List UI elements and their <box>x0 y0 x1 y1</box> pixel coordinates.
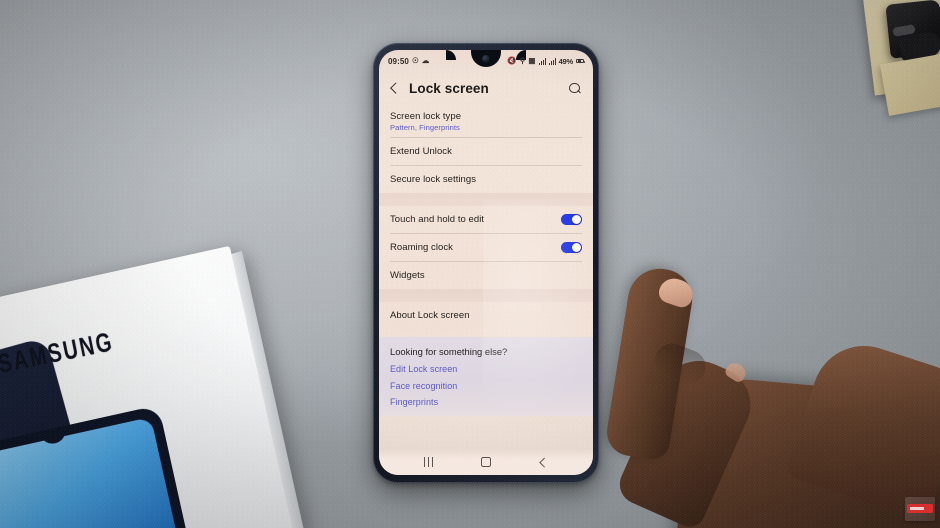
link-face-recognition[interactable]: Face recognition <box>390 381 582 391</box>
phone-screen[interactable]: 09:50 ☉ ☁ 🔇 ⚲ ▦ 49% Lock screen Screen l… <box>379 50 593 475</box>
app-bar: Lock screen <box>379 70 593 106</box>
navigation-bar <box>379 449 593 475</box>
battery-percent: 49% <box>558 56 574 66</box>
settings-group-security: Screen lock type Pattern, Fingerprints E… <box>379 106 593 193</box>
looking-for-something-else-section: Looking for something else? Edit Lock sc… <box>379 337 593 416</box>
toggle-knob <box>571 242 581 252</box>
whatsapp-icon: ☉ <box>411 56 419 66</box>
box-artwork-phone <box>0 336 118 528</box>
thumb-nail <box>723 359 749 385</box>
row-secure-lock-settings[interactable]: Secure lock settings <box>379 166 593 193</box>
settings-group-lockscreen-options: Touch and hold to edit Roaming clock Wid… <box>379 206 593 289</box>
row-title: About Lock screen <box>390 310 470 321</box>
pointing-hand <box>598 264 940 528</box>
black-object-tail <box>898 30 940 62</box>
palm <box>674 374 940 528</box>
looking-for-title: Looking for something else? <box>390 346 508 357</box>
desk-scene: SAMSUNG 09:50 ☉ ☁ 🔇 ⚲ ▦ 49% Lock screen … <box>0 0 940 528</box>
box-front-face: SAMSUNG <box>0 245 295 528</box>
wood-block <box>861 0 940 96</box>
wood-block-lower <box>880 52 940 116</box>
recents-icon[interactable] <box>424 457 435 467</box>
section-separator <box>379 193 593 206</box>
black-object-highlight <box>892 24 916 37</box>
status-bar: 09:50 ☉ ☁ 🔇 ⚲ ▦ 49% <box>379 50 593 70</box>
status-bar-left: 09:50 ☉ ☁ <box>388 57 429 66</box>
row-widgets[interactable]: Widgets <box>379 262 593 289</box>
thumb <box>784 332 940 522</box>
row-title: Widgets <box>390 270 425 281</box>
row-title: Screen lock type <box>390 110 462 122</box>
knuckle-shadow <box>649 338 711 389</box>
settings-group-about: About Lock screen <box>379 302 593 329</box>
back-chevron-icon[interactable] <box>387 81 402 96</box>
row-about-lock-screen[interactable]: About Lock screen <box>379 302 593 329</box>
cloud-upload-icon: ☁ <box>421 56 430 66</box>
samsung-box: SAMSUNG <box>0 245 305 528</box>
index-finger <box>603 264 711 462</box>
signal-bars-icon <box>548 57 556 65</box>
row-title: Extend Unlock <box>390 146 452 157</box>
network-icon: ▦ <box>528 56 536 66</box>
black-object <box>885 0 940 59</box>
signal-bars-icon <box>538 57 546 65</box>
settings-list: Screen lock type Pattern, Fingerprints E… <box>379 106 593 416</box>
watermark-logo <box>905 497 935 521</box>
toggle-touch-and-hold-to-edit[interactable] <box>561 213 582 226</box>
box-artwork-notch <box>39 427 68 447</box>
fingernail <box>656 274 697 311</box>
row-roaming-clock[interactable]: Roaming clock <box>379 234 593 261</box>
row-screen-lock-type[interactable]: Screen lock type Pattern, Fingerprints <box>379 106 593 137</box>
row-touch-and-hold-to-edit[interactable]: Touch and hold to edit <box>379 206 593 233</box>
page-title: Lock screen <box>409 80 489 96</box>
box-artwork-screen <box>0 417 190 528</box>
row-title: Touch and hold to edit <box>390 214 485 225</box>
link-fingerprints[interactable]: Fingerprints <box>390 397 582 407</box>
row-title: Secure lock settings <box>390 174 477 185</box>
box-artwork-screen-bezel <box>0 405 202 528</box>
link-edit-lock-screen[interactable]: Edit Lock screen <box>390 364 582 374</box>
mute-icon: 🔇 <box>507 56 517 66</box>
status-clock: 09:50 <box>388 56 409 66</box>
search-icon[interactable] <box>567 81 582 96</box>
toggle-knob <box>571 214 581 224</box>
wifi-icon: ⚲ <box>519 56 526 66</box>
row-title: Roaming clock <box>390 242 453 253</box>
row-extend-unlock[interactable]: Extend Unlock <box>379 138 593 165</box>
middle-finger <box>613 348 763 528</box>
back-icon[interactable] <box>538 457 548 467</box>
battery-icon <box>576 58 585 64</box>
box-side-edge <box>230 250 305 528</box>
phone-device: 09:50 ☉ ☁ 🔇 ⚲ ▦ 49% Lock screen Screen l… <box>373 43 599 483</box>
toggle-roaming-clock[interactable] <box>561 241 582 254</box>
section-separator <box>379 289 593 302</box>
status-bar-right: 🔇 ⚲ ▦ 49% <box>507 56 585 66</box>
home-icon[interactable] <box>481 457 492 467</box>
samsung-logo: SAMSUNG <box>0 327 117 380</box>
row-subtitle: Pattern, Fingerprints <box>390 123 460 133</box>
